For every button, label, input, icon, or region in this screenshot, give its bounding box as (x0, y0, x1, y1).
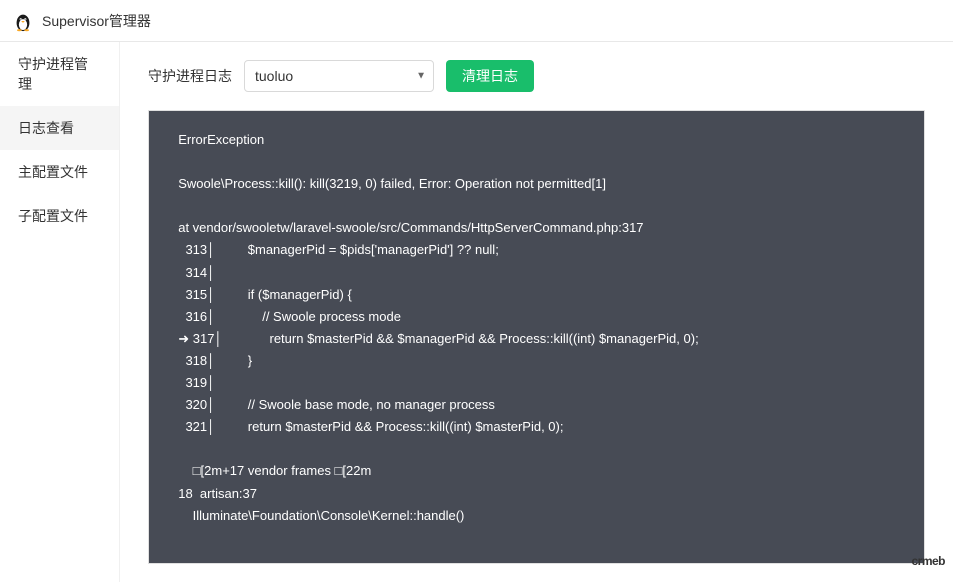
container: 守护进程管理 日志查看 主配置文件 子配置文件 守护进程日志 tuoluo ▼ … (0, 42, 953, 582)
log-wrapper: ErrorException Swoole\Process::kill(): k… (148, 110, 925, 564)
penguin-logo-icon (12, 10, 34, 32)
clear-log-button[interactable]: 清理日志 (446, 60, 534, 92)
main-content: 守护进程日志 tuoluo ▼ 清理日志 ErrorException Swoo… (120, 42, 953, 582)
log-select[interactable]: tuoluo (244, 60, 434, 92)
sidebar-item-main-config[interactable]: 主配置文件 (0, 150, 119, 194)
toolbar-label: 守护进程日志 (148, 66, 232, 86)
sidebar: 守护进程管理 日志查看 主配置文件 子配置文件 (0, 42, 120, 582)
header: Supervisor管理器 (0, 0, 953, 42)
sidebar-item-sub-config[interactable]: 子配置文件 (0, 194, 119, 238)
sidebar-item-logs[interactable]: 日志查看 (0, 106, 119, 150)
log-content[interactable]: ErrorException Swoole\Process::kill(): k… (149, 111, 924, 563)
sidebar-item-process[interactable]: 守护进程管理 (0, 42, 119, 106)
select-wrap: tuoluo ▼ (244, 60, 434, 92)
brand-label: crmeb (911, 554, 945, 568)
header-title: Supervisor管理器 (42, 11, 151, 31)
toolbar: 守护进程日志 tuoluo ▼ 清理日志 (148, 60, 925, 92)
